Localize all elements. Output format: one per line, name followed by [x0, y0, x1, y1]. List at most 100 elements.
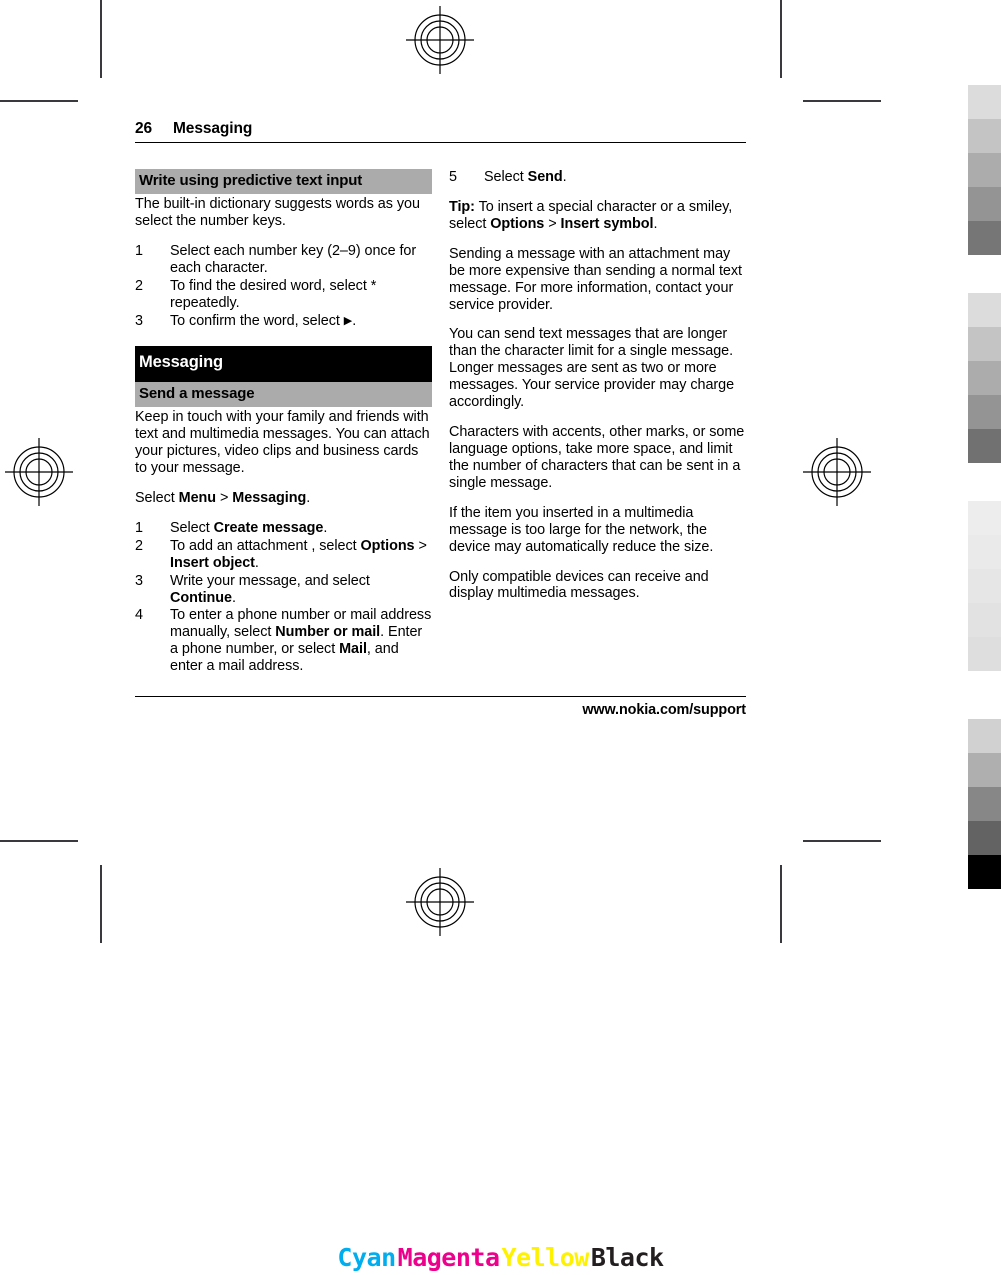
density-patch — [968, 569, 1001, 603]
density-patch — [968, 293, 1001, 327]
color-label-yellow: Yellow — [501, 1243, 590, 1272]
crop-mark-top-left-vertical — [100, 0, 102, 78]
crop-mark-bottom-right-horizontal — [803, 840, 881, 842]
right-column: 5 Select Send. Tip: To insert a special c… — [449, 169, 746, 615]
density-patch — [968, 429, 1001, 463]
right-column-paragraphs: Sending a message with an attachment may… — [449, 246, 746, 603]
numbered-step: 4 To enter a phone number or mail address… — [135, 607, 432, 675]
keyword-bold: Insert symbol — [560, 215, 654, 232]
crop-mark-top-right-horizontal — [803, 100, 881, 102]
text-run: Select — [484, 169, 528, 185]
step-number: 3 — [135, 572, 143, 589]
density-patch — [968, 327, 1001, 361]
step-text: To confirm the word, select ▶. — [170, 312, 357, 329]
density-patch — [968, 603, 1001, 637]
body-paragraph: Only compatible devices can receive and … — [449, 568, 709, 602]
density-patch-group — [968, 85, 1001, 255]
messaging-keyword: Messaging — [232, 489, 307, 506]
text-run: . — [231, 589, 236, 606]
page-content: 26 Messaging Write using predictive text… — [135, 120, 746, 718]
registration-target-icon-left — [3, 436, 75, 508]
density-patch — [968, 855, 1001, 889]
density-patch — [968, 85, 1001, 119]
keyword-bold: Send — [527, 169, 563, 185]
step-text: Select Create message. — [170, 520, 432, 537]
step-number: 2 — [135, 537, 143, 554]
keyword-bold: Number or mail — [275, 624, 381, 641]
color-label-black: Black — [590, 1243, 664, 1272]
body-paragraph: If the item you inserted in a multimedia… — [449, 504, 714, 555]
select-menu-messaging-line: Select Menu > Messaging. — [135, 490, 432, 507]
step-text: Select Send. — [484, 169, 746, 186]
numbered-step: 3 Write your message, and select Continue… — [135, 573, 432, 607]
crop-mark-top-right-vertical — [780, 0, 782, 78]
page-number: 26 — [135, 120, 153, 137]
step-text: To find the desired word, select * repea… — [170, 277, 377, 311]
menu-keyword: Menu — [178, 489, 217, 506]
keyword-bold: Create message — [213, 519, 324, 536]
tip-label: Tip: — [449, 198, 475, 215]
body-paragraph: You can send text messages that are long… — [449, 326, 735, 411]
step-number: 5 — [449, 169, 457, 185]
registration-target-icon-bottom — [404, 866, 476, 938]
section-heading-predictive-text: Write using predictive text input — [135, 169, 432, 194]
chapter-heading-messaging: Messaging — [135, 346, 432, 383]
step-text: To enter a phone number or mail address … — [170, 607, 432, 675]
step-number: 1 — [135, 242, 143, 259]
density-patch — [968, 637, 1001, 671]
text-run: . — [254, 554, 259, 571]
density-patch — [968, 395, 1001, 429]
step-number: 3 — [135, 312, 143, 329]
text-run: Select — [170, 519, 214, 536]
keyword-bold: Continue — [170, 589, 232, 606]
color-label-magenta: Magenta — [397, 1243, 500, 1272]
crop-mark-bottom-left-horizontal — [0, 840, 78, 842]
text-run: > — [548, 215, 561, 232]
numbered-step: 1 Select Create message. — [135, 520, 432, 537]
footer-url: www.nokia.com/support — [582, 702, 746, 719]
send-message-step5-list: 5 Select Send. — [449, 169, 746, 186]
send-message-steps-list: 1 Select Create message. 2 To add an attach… — [135, 520, 432, 675]
density-patch — [968, 535, 1001, 569]
text-run: . — [323, 519, 328, 536]
density-patch — [968, 119, 1001, 153]
step-number: 2 — [135, 277, 143, 294]
select-prefix: Select — [135, 489, 179, 506]
color-label-cyan: Cyan — [337, 1243, 396, 1272]
body-paragraph: Sending a message with an attachment may… — [449, 245, 742, 313]
text-run: . — [653, 215, 658, 232]
send-message-intro-paragraph: Keep in touch with your family and frien… — [135, 409, 430, 477]
running-head: 26 Messaging — [135, 120, 746, 142]
density-patch — [968, 221, 1001, 255]
keyword-bold: Insert object — [170, 554, 255, 571]
select-suffix: . — [306, 489, 311, 506]
text-run: To add an attachment , select — [170, 537, 361, 554]
registration-target-icon-right — [801, 436, 873, 508]
text-run: > — [418, 537, 427, 554]
keyword-bold: Options — [360, 537, 419, 554]
density-patch — [968, 361, 1001, 395]
density-patch — [968, 501, 1001, 535]
registration-target-icon-top — [404, 4, 476, 76]
density-patch — [968, 821, 1001, 855]
header-rule — [135, 142, 746, 143]
keyword-bold: Options — [490, 215, 549, 232]
predictive-intro-paragraph: The built-in dictionary suggests words a… — [135, 196, 420, 229]
right-arrow-icon: ▶ — [343, 314, 353, 327]
body-paragraph: Characters with accents, other marks, or… — [449, 424, 745, 491]
density-patch — [968, 753, 1001, 787]
numbered-step: 3 To confirm the word, select ▶. — [135, 313, 432, 330]
select-separator: > — [216, 489, 233, 506]
density-patch-group — [968, 293, 1001, 463]
text-run: Write your message, and select — [170, 572, 370, 589]
step-text: Select each number key (2–9) once for ea… — [170, 242, 417, 276]
crop-mark-bottom-left-vertical — [100, 865, 102, 943]
step-number: 4 — [135, 607, 143, 624]
density-patch-group — [968, 501, 1001, 671]
tip-paragraph: Tip: To insert a special character or a … — [449, 199, 746, 233]
numbered-step: 1 Select each number key (2–9) once for e… — [135, 243, 432, 277]
density-patch — [968, 187, 1001, 221]
step-text: To add an attachment , select Options > … — [170, 538, 432, 572]
numbered-step: 5 Select Send. — [449, 169, 746, 186]
crop-mark-top-left-horizontal — [0, 100, 78, 102]
